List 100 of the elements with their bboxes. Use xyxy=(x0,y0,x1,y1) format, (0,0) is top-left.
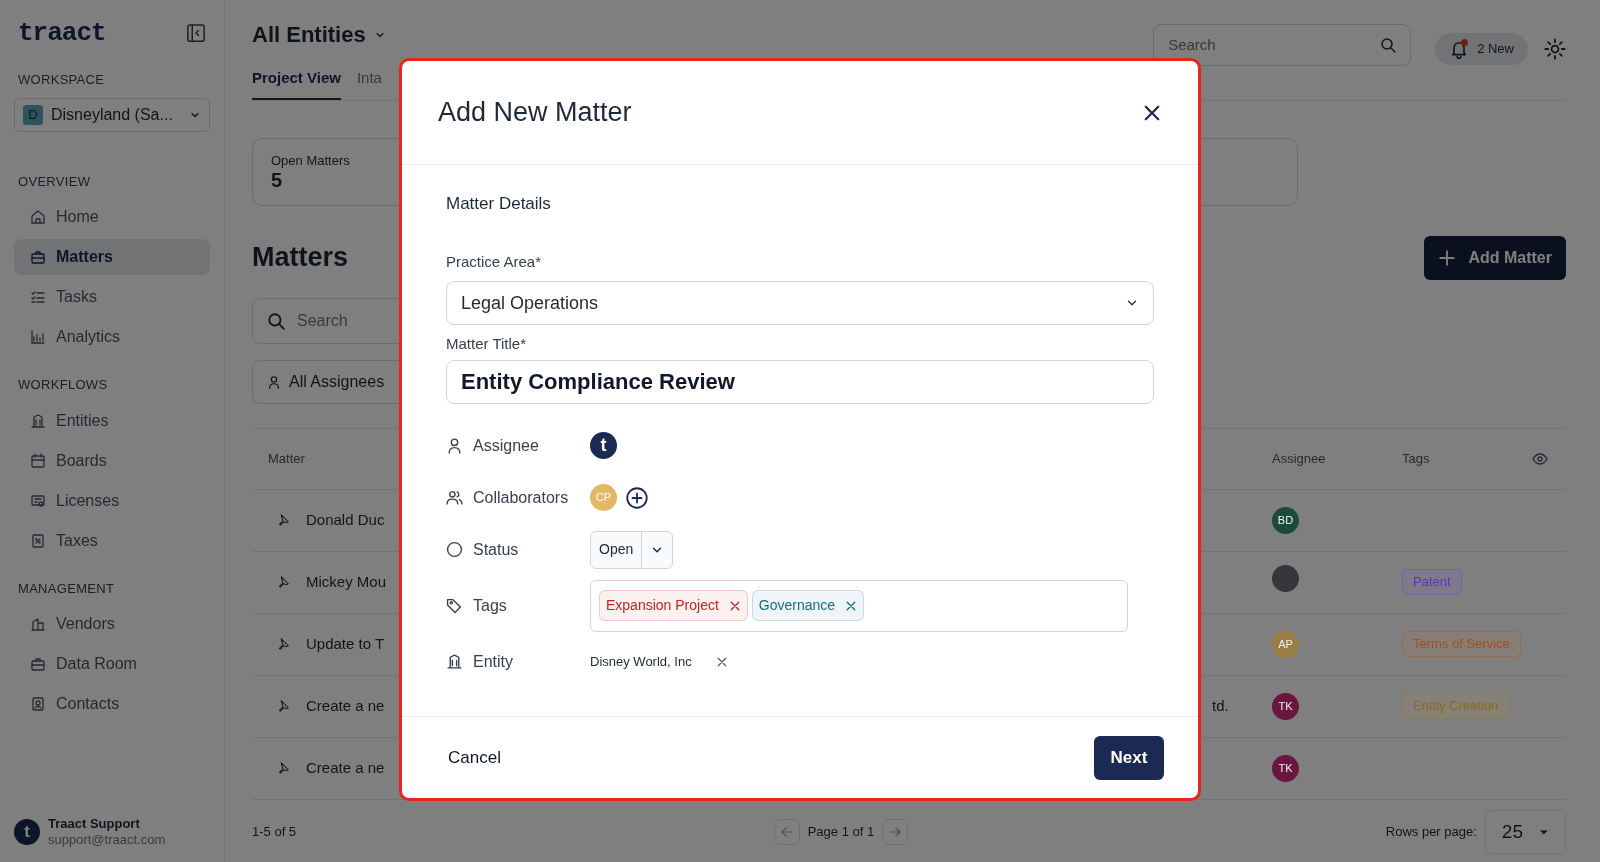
circle-icon xyxy=(446,541,463,558)
workspace-dropdown[interactable]: D Disneyland (Sa... xyxy=(14,97,210,132)
tag-label: Governance xyxy=(758,596,836,615)
notification-count: 2 New xyxy=(1477,40,1514,58)
close-icon xyxy=(845,599,858,612)
property-label: Status xyxy=(473,539,519,560)
rows-per-page-label: Rows per page: xyxy=(1385,823,1477,842)
briefcase-icon xyxy=(30,249,46,265)
matter-title-input[interactable]: Entity Compliance Review xyxy=(446,359,1154,404)
user-name: Traact Support xyxy=(48,815,141,832)
close-icon xyxy=(728,599,741,612)
property-label: Entity xyxy=(473,651,513,672)
avatar: TK xyxy=(1272,754,1299,782)
nav-item[interactable]: Tasks xyxy=(14,279,210,315)
tag: Patent xyxy=(1402,569,1462,595)
section-heading: WORKSPACE xyxy=(18,71,106,89)
user-email: support@traact.com xyxy=(48,831,166,848)
nav-item[interactable]: Taxes xyxy=(14,522,210,559)
search-icon xyxy=(267,311,285,330)
close-icon xyxy=(715,655,728,668)
pagination-range: 1-5 of 5 xyxy=(252,823,297,842)
tag-label: Expansion Project xyxy=(606,596,719,615)
practice-area-select[interactable]: Legal Operations xyxy=(446,281,1154,325)
briefcase-icon xyxy=(30,656,46,672)
building-icon xyxy=(30,412,46,429)
section-heading: Matter Details xyxy=(446,193,552,215)
section-title: Matters xyxy=(252,241,349,275)
chart-icon xyxy=(30,329,46,345)
tag-icon xyxy=(446,597,463,614)
nav-item[interactable]: Licenses xyxy=(14,482,210,519)
search-icon xyxy=(1380,36,1397,53)
nav-item[interactable]: Data Room xyxy=(14,646,210,682)
entity-value: Disney World, Inc xyxy=(590,652,692,671)
select-value: Legal Operations xyxy=(461,291,599,315)
table-cell-text: Update to T xyxy=(306,633,385,654)
add-collaborator-button[interactable] xyxy=(625,485,649,510)
people-icon xyxy=(446,489,463,506)
table-cell-text: Create a ne xyxy=(306,757,385,778)
rows-per-page-select[interactable]: 25 xyxy=(1484,810,1566,854)
column-header: Assignee xyxy=(1272,450,1326,466)
property-label: Assignee xyxy=(473,435,539,456)
nav-item[interactable]: Analytics xyxy=(14,319,210,355)
property-label: Tags xyxy=(473,595,507,616)
person-icon xyxy=(446,437,463,454)
column-header: Tags xyxy=(1402,450,1430,466)
tab[interactable]: Inta xyxy=(356,67,382,100)
table-cell: td. xyxy=(1212,696,1229,714)
add-matter-button[interactable]: Add Matter xyxy=(1424,235,1566,280)
table-cell-text: Donald Duc xyxy=(306,509,385,530)
contact-book-icon xyxy=(30,696,46,712)
column-header: Matter xyxy=(268,450,305,466)
modal-title: Add New Matter xyxy=(438,96,632,130)
property-label: Collaborators xyxy=(473,487,569,508)
next-button[interactable]: Next xyxy=(1094,735,1164,780)
notifications-button[interactable]: 2 New xyxy=(1435,32,1528,65)
person-icon xyxy=(267,374,281,389)
section-heading: WORKFLOWS xyxy=(18,376,109,394)
section-heading: MANAGEMENT xyxy=(18,579,116,598)
receipt-icon xyxy=(30,532,46,549)
cancel-button[interactable]: Cancel xyxy=(442,743,507,772)
nav-item[interactable]: Home xyxy=(14,199,210,235)
calendar-icon xyxy=(30,452,46,469)
avatar-photo xyxy=(1272,565,1299,593)
checklist-icon xyxy=(30,289,46,305)
page-indicator: Page 1 of 1 xyxy=(807,823,875,842)
table-cell-text: Create a ne xyxy=(306,695,385,716)
home-icon xyxy=(30,209,46,225)
nav-item[interactable]: Entities xyxy=(14,402,210,439)
stat-label: Open Matters xyxy=(271,151,351,170)
field-label: Practice Area* xyxy=(446,251,543,272)
nav-item[interactable]: Contacts xyxy=(14,686,210,722)
tag: Entity Creation xyxy=(1402,693,1510,719)
nav-item[interactable]: Matters xyxy=(14,239,210,275)
placeholder: Search xyxy=(297,310,348,331)
user-avatar: t xyxy=(14,818,40,845)
building-icon xyxy=(446,653,463,670)
assignee-avatar[interactable]: t xyxy=(590,432,617,459)
building-icon xyxy=(30,616,46,632)
avatar: AP xyxy=(1272,630,1299,658)
remove-entity-button[interactable] xyxy=(715,655,728,668)
nav-item[interactable]: Vendors xyxy=(14,606,210,642)
placeholder: Search xyxy=(1168,34,1216,55)
tag: Terms of Service xyxy=(1402,631,1521,657)
nav-item[interactable]: Boards xyxy=(14,442,210,479)
plus-circle-icon xyxy=(625,485,649,510)
eye-icon xyxy=(1532,451,1548,468)
certificate-icon xyxy=(30,492,46,509)
avatar: TK xyxy=(1272,692,1299,720)
tags-input[interactable]: Expansion Project Governance xyxy=(590,579,1128,632)
tab[interactable]: Project View xyxy=(252,67,341,100)
status-select[interactable]: Open xyxy=(590,530,674,569)
remove-tag-button[interactable] xyxy=(728,599,741,612)
workspace-initial: D xyxy=(23,104,43,125)
notification-dot xyxy=(1461,38,1469,46)
workspace-name: Disneyland (Sa... xyxy=(51,104,174,125)
table-cell-text: Mickey Mou xyxy=(306,571,387,592)
remove-tag-button[interactable] xyxy=(845,599,858,612)
stat-value: 5 xyxy=(271,170,284,190)
section-heading: OVERVIEW xyxy=(18,172,92,191)
caret-icon xyxy=(1539,827,1549,837)
